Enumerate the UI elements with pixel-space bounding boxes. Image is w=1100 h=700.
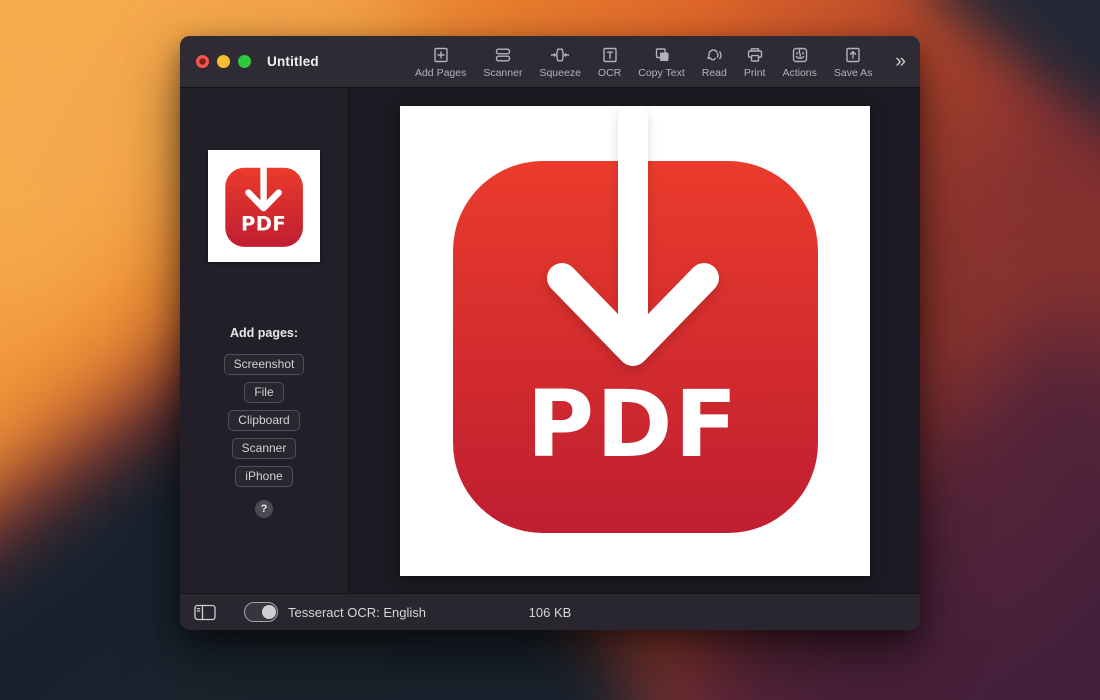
toolbar-label: Scanner: [483, 67, 522, 79]
add-pages-label: Add pages:: [230, 326, 298, 340]
toolbar-label: Squeeze: [539, 67, 580, 79]
toolbar: Add Pages Scanner Squeeze: [415, 45, 906, 79]
thumbnail-pdf-art: PDF: [214, 156, 314, 256]
traffic-lights: [196, 55, 251, 68]
pdf-badge-label: PDF: [526, 371, 739, 478]
close-button[interactable]: [196, 55, 209, 68]
toolbar-label: OCR: [598, 67, 621, 79]
toolbar-label: Print: [744, 67, 766, 79]
sidebar-button-scanner[interactable]: Scanner: [232, 438, 297, 459]
toolbar-item-read[interactable]: Read: [702, 45, 727, 79]
window-title: Untitled: [267, 54, 319, 69]
window-body: PDF Add pages: Screenshot File Clipboard…: [180, 88, 920, 593]
help-button[interactable]: ?: [255, 500, 273, 518]
print-icon: [745, 45, 765, 65]
minimize-button[interactable]: [217, 55, 230, 68]
zoom-button[interactable]: [238, 55, 251, 68]
sidebar-button-clipboard[interactable]: Clipboard: [228, 410, 299, 431]
toolbar-label: Actions: [782, 67, 816, 79]
pdf-page[interactable]: PDF: [400, 106, 870, 576]
toolbar-item-actions[interactable]: Actions: [782, 45, 816, 79]
thumbnail-pdf-badge-label: PDF: [241, 212, 286, 235]
ocr-status-label: Tesseract OCR: English: [288, 605, 426, 620]
add-pages-buttons: Screenshot File Clipboard Scanner iPhone: [224, 354, 305, 487]
sidebar-button-file[interactable]: File: [244, 382, 283, 403]
statusbar: Tesseract OCR: English 106 KB: [180, 593, 920, 630]
toolbar-item-ocr[interactable]: OCR: [598, 45, 621, 79]
app-window: Untitled Add Pages Scanner: [180, 36, 920, 630]
sidebar: PDF Add pages: Screenshot File Clipboard…: [180, 88, 349, 593]
squeeze-icon: [550, 45, 570, 65]
ocr-toggle-switch[interactable]: [244, 602, 278, 622]
ocr-icon: [600, 45, 620, 65]
add-pages-icon: [431, 45, 451, 65]
save-as-icon: [843, 45, 863, 65]
titlebar: Untitled Add Pages Scanner: [180, 36, 920, 88]
page-thumbnail[interactable]: PDF: [208, 150, 320, 262]
sidebar-panel-icon: [194, 604, 216, 621]
toolbar-item-add-pages[interactable]: Add Pages: [415, 45, 466, 79]
read-icon: [704, 45, 724, 65]
toolbar-label: Add Pages: [415, 67, 466, 79]
scanner-icon: [493, 45, 513, 65]
actions-icon: [790, 45, 810, 65]
toolbar-item-save-as[interactable]: Save As: [834, 45, 873, 79]
toolbar-label: Copy Text: [638, 67, 685, 79]
sidebar-toggle-button[interactable]: [194, 604, 216, 621]
toolbar-item-print[interactable]: Print: [744, 45, 766, 79]
sidebar-button-iphone[interactable]: iPhone: [235, 466, 292, 487]
copy-text-icon: [652, 45, 672, 65]
wallpaper-navy-wedge-top: [918, 0, 1100, 167]
toolbar-label: Read: [702, 67, 727, 79]
toolbar-overflow-button[interactable]: »: [895, 45, 906, 72]
toolbar-label: Save As: [834, 67, 873, 79]
sidebar-button-screenshot[interactable]: Screenshot: [224, 354, 305, 375]
toolbar-item-copy-text[interactable]: Copy Text: [638, 45, 685, 79]
toggle-knob: [262, 605, 276, 619]
toolbar-item-scanner[interactable]: Scanner: [483, 45, 522, 79]
toolbar-item-squeeze[interactable]: Squeeze: [539, 45, 580, 79]
pdf-download-art: PDF: [400, 106, 870, 576]
content-area: PDF: [349, 88, 920, 593]
